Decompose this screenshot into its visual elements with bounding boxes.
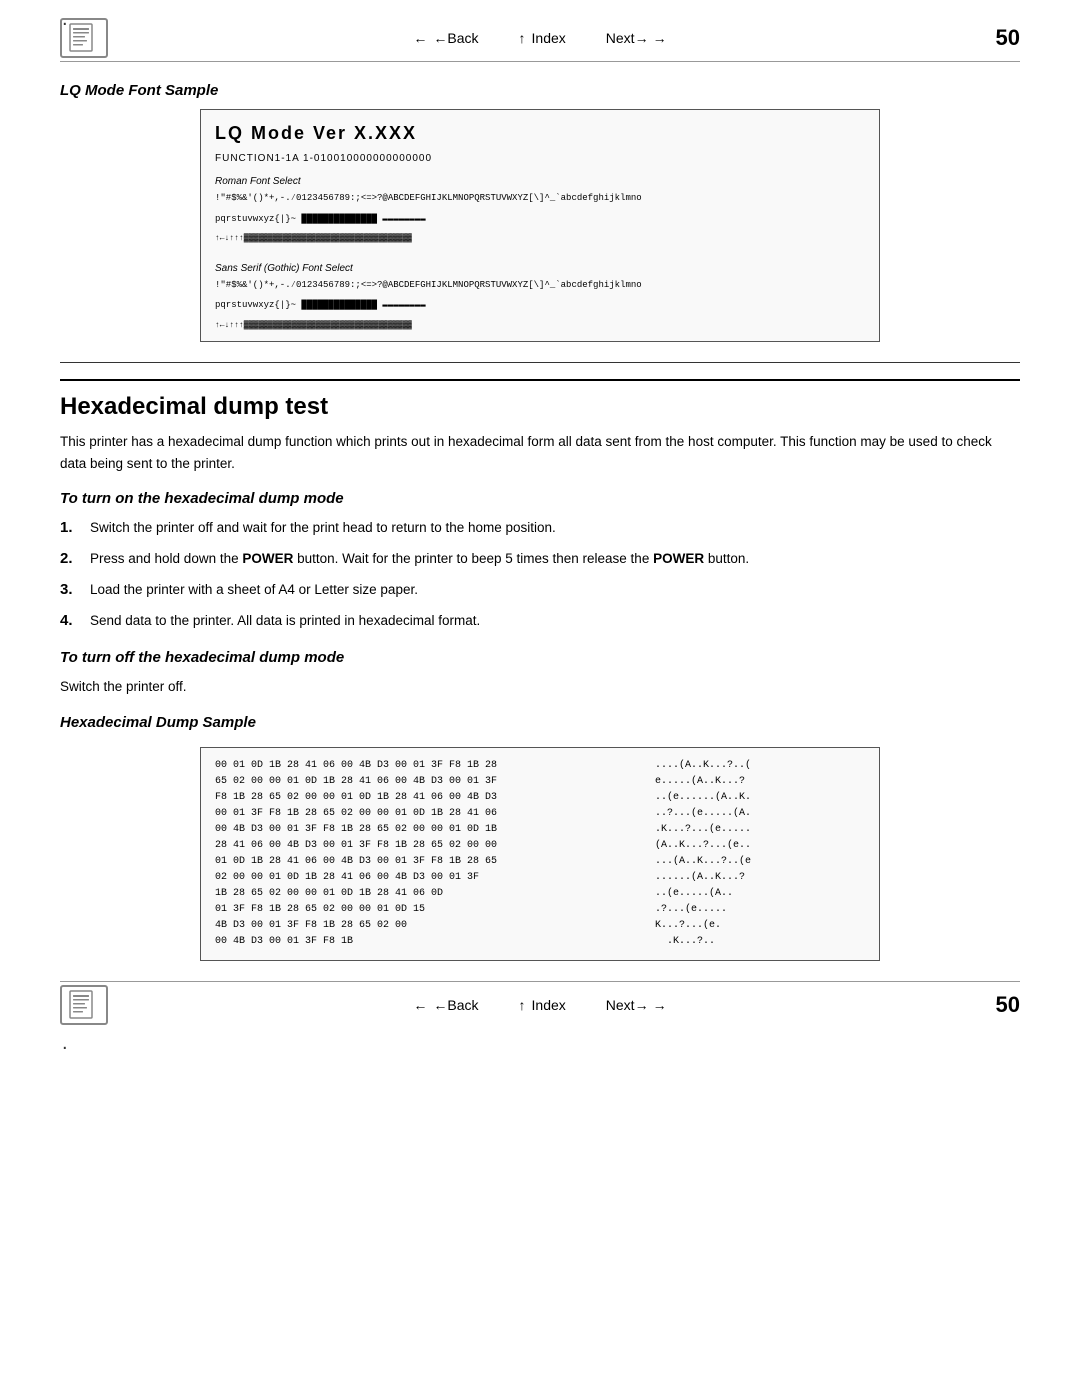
- turn-on-title: To turn on the hexadecimal dump mode: [60, 490, 1020, 507]
- hex-col-9: 01 3F F8 1B 28 65 02 00 00 01 0D 15: [215, 902, 635, 918]
- ascii-col-11: .K...?..: [655, 934, 865, 950]
- hex-row-0: 00 01 0D 1B 28 41 06 00 4B D3 00 01 3F F…: [215, 758, 865, 774]
- ascii-col-2: ..(e......(A..K.: [655, 790, 865, 806]
- sans-font-chars1: !"#$%&'()*+,-.⁄0123456789:;<=>?@ABCDEFGH…: [215, 279, 865, 292]
- roman-font-chars1: !"#$%&'()*+,-.⁄0123456789:;<=>?@ABCDEFGH…: [215, 192, 865, 205]
- index-arrow-icon: ↑: [519, 30, 526, 46]
- hex-row-5: 28 41 06 00 4B D3 00 01 3F F8 1B 28 65 0…: [215, 838, 865, 854]
- top-nav-bar: ← ←Back ↑ Index Next→ → 50: [60, 20, 1020, 62]
- back-label-bottom: ←Back: [433, 997, 478, 1013]
- ascii-col-0: ....(A..K...?..(: [655, 758, 865, 774]
- step-3: 3. Load the printer with a sheet of A4 o…: [60, 579, 1020, 602]
- steps-on-list: 1. Switch the printer off and wait for t…: [60, 517, 1020, 633]
- page-number-top: 50: [996, 25, 1020, 51]
- roman-font-chars2: pqrstuvwxyz{|}~ ██████████████ ▬▬▬▬▬▬▬▬: [215, 213, 865, 226]
- ascii-col-9: .?...(e.....: [655, 902, 865, 918]
- page-icon-top: [60, 18, 108, 58]
- index-arrow-icon-bottom: ↑: [519, 997, 526, 1013]
- hex-col-0: 00 01 0D 1B 28 41 06 00 4B D3 00 01 3F F…: [215, 758, 635, 774]
- page-icon-bottom: [60, 985, 108, 1025]
- turn-off-title: To turn off the hexadecimal dump mode: [60, 649, 1020, 666]
- hex-dump-box: 00 01 0D 1B 28 41 06 00 4B D3 00 01 3F F…: [200, 747, 880, 961]
- hex-col-3: 00 01 3F F8 1B 28 65 02 00 00 01 0D 1B 2…: [215, 806, 635, 822]
- step-4-text: Send data to the printer. All data is pr…: [90, 610, 1020, 632]
- lq-box-heading: LQ Mode Ver X.XXX: [215, 120, 865, 147]
- step-2-num: 2.: [60, 547, 90, 571]
- step-4-num: 4.: [60, 609, 90, 633]
- back-arrow-icon-bottom: ←: [413, 997, 427, 1013]
- next-arrow-icon: →: [653, 30, 667, 46]
- next-button[interactable]: Next→ →: [606, 30, 667, 46]
- hex-row-2: F8 1B 28 65 02 00 00 01 0D 1B 28 41 06 0…: [215, 790, 865, 806]
- hex-col-7: 02 00 00 01 0D 1B 28 41 06 00 4B D3 00 0…: [215, 870, 635, 886]
- hex-col-2: F8 1B 28 65 02 00 00 01 0D 1B 28 41 06 0…: [215, 790, 635, 806]
- hexadecimal-intro: This printer has a hexadecimal dump func…: [60, 431, 1020, 474]
- next-button-bottom[interactable]: Next→ →: [606, 997, 667, 1013]
- bottom-nav-bar: ← ←Back ↑ Index Next→ → 50: [60, 981, 1020, 1023]
- step-4: 4. Send data to the printer. All data is…: [60, 610, 1020, 633]
- step-3-text: Load the printer with a sheet of A4 or L…: [90, 579, 1020, 601]
- hex-row-8: 1B 28 65 02 00 00 01 0D 1B 28 41 06 0D .…: [215, 886, 865, 902]
- lq-func-line: FUNCTION1-1A 1-010010000000000000: [215, 151, 865, 166]
- dot-decoration-bottom: .: [62, 1032, 68, 1055]
- power-bold-1: POWER: [242, 551, 293, 566]
- step-1-text: Switch the printer off and wait for the …: [90, 517, 1020, 539]
- next-label-bottom: Next→: [606, 997, 649, 1013]
- next-label: Next→: [606, 30, 649, 46]
- hex-col-11: 00 4B D3 00 01 3F F8 1B: [215, 934, 635, 950]
- index-button-bottom[interactable]: ↑ Index: [519, 997, 566, 1013]
- hex-row-1: 65 02 00 00 01 0D 1B 28 41 06 00 4B D3 0…: [215, 774, 865, 790]
- hex-row-10: 4B D3 00 01 3F F8 1B 28 65 02 00 K...?..…: [215, 918, 865, 934]
- index-button[interactable]: ↑ Index: [519, 30, 566, 46]
- ascii-col-1: e.....(A..K...?: [655, 774, 865, 790]
- ascii-col-3: ..?...(e.....(A.: [655, 806, 865, 822]
- lq-sample-box: LQ Mode Ver X.XXX FUNCTION1-1A 1-0100100…: [200, 109, 880, 342]
- power-bold-2: POWER: [653, 551, 704, 566]
- step-2: 2. Press and hold down the POWER button.…: [60, 548, 1020, 571]
- index-label: Index: [532, 30, 566, 46]
- turn-off-text: Switch the printer off.: [60, 676, 1020, 698]
- hex-col-8: 1B 28 65 02 00 00 01 0D 1B 28 41 06 0D: [215, 886, 635, 902]
- back-arrow-icon: ←: [413, 30, 427, 46]
- next-arrow-icon-bottom: →: [653, 997, 667, 1013]
- separator-line-top: [60, 362, 1020, 363]
- step-1-num: 1.: [60, 516, 90, 540]
- sans-font-chars2: pqrstuvwxyz{|}~ ██████████████ ▬▬▬▬▬▬▬▬: [215, 299, 865, 312]
- sans-font-label: Sans Serif (Gothic) Font Select: [215, 261, 865, 276]
- hex-row-4: 00 4B D3 00 01 3F F8 1B 28 65 02 00 00 0…: [215, 822, 865, 838]
- roman-font-chars3: ↑←↓↑↑↑▓▓▓▓▓▓▓▓▓▓▓▓▓▓▓▓▓▓▓▓▓▓▓▓▓▓▓▓▓▓▓▓▓▓…: [215, 233, 865, 244]
- ascii-col-5: (A..K...?...(e..: [655, 838, 865, 854]
- back-label: ←Back: [433, 30, 478, 46]
- lq-section-title: LQ Mode Font Sample: [60, 82, 1020, 99]
- hex-col-10: 4B D3 00 01 3F F8 1B 28 65 02 00: [215, 918, 635, 934]
- ascii-col-4: .K...?...(e.....: [655, 822, 865, 838]
- hex-col-5: 28 41 06 00 4B D3 00 01 3F F8 1B 28 65 0…: [215, 838, 635, 854]
- step-1: 1. Switch the printer off and wait for t…: [60, 517, 1020, 540]
- hex-row-7: 02 00 00 01 0D 1B 28 41 06 00 4B D3 00 0…: [215, 870, 865, 886]
- roman-font-label: Roman Font Select: [215, 174, 865, 189]
- hex-row-6: 01 0D 1B 28 41 06 00 4B D3 00 01 3F F8 1…: [215, 854, 865, 870]
- ascii-col-7: ......(A..K...?: [655, 870, 865, 886]
- hexadecimal-heading: Hexadecimal dump test: [60, 379, 1020, 421]
- hex-row-11: 00 4B D3 00 01 3F F8 1B .K...?..: [215, 934, 865, 950]
- step-2-text: Press and hold down the POWER button. Wa…: [90, 548, 1020, 570]
- step-3-num: 3.: [60, 578, 90, 602]
- hex-col-4: 00 4B D3 00 01 3F F8 1B 28 65 02 00 00 0…: [215, 822, 635, 838]
- back-button[interactable]: ← ←Back: [413, 30, 478, 46]
- page-number-bottom: 50: [996, 992, 1020, 1018]
- ascii-col-8: ..(e.....(A..: [655, 886, 865, 902]
- hex-row-3: 00 01 3F F8 1B 28 65 02 00 00 01 0D 1B 2…: [215, 806, 865, 822]
- hex-col-6: 01 0D 1B 28 41 06 00 4B D3 00 01 3F F8 1…: [215, 854, 635, 870]
- ascii-col-10: K...?...(e.: [655, 918, 865, 934]
- hex-col-1: 65 02 00 00 01 0D 1B 28 41 06 00 4B D3 0…: [215, 774, 635, 790]
- hex-sample-title: Hexadecimal Dump Sample: [60, 714, 1020, 731]
- ascii-col-6: ...(A..K...?..(e: [655, 854, 865, 870]
- hex-row-9: 01 3F F8 1B 28 65 02 00 00 01 0D 15 .?..…: [215, 902, 865, 918]
- index-label-bottom: Index: [532, 997, 566, 1013]
- sans-font-chars3: ↑←↓↑↑↑▓▓▓▓▓▓▓▓▓▓▓▓▓▓▓▓▓▓▓▓▓▓▓▓▓▓▓▓▓▓▓▓▓▓…: [215, 320, 865, 331]
- back-button-bottom[interactable]: ← ←Back: [413, 997, 478, 1013]
